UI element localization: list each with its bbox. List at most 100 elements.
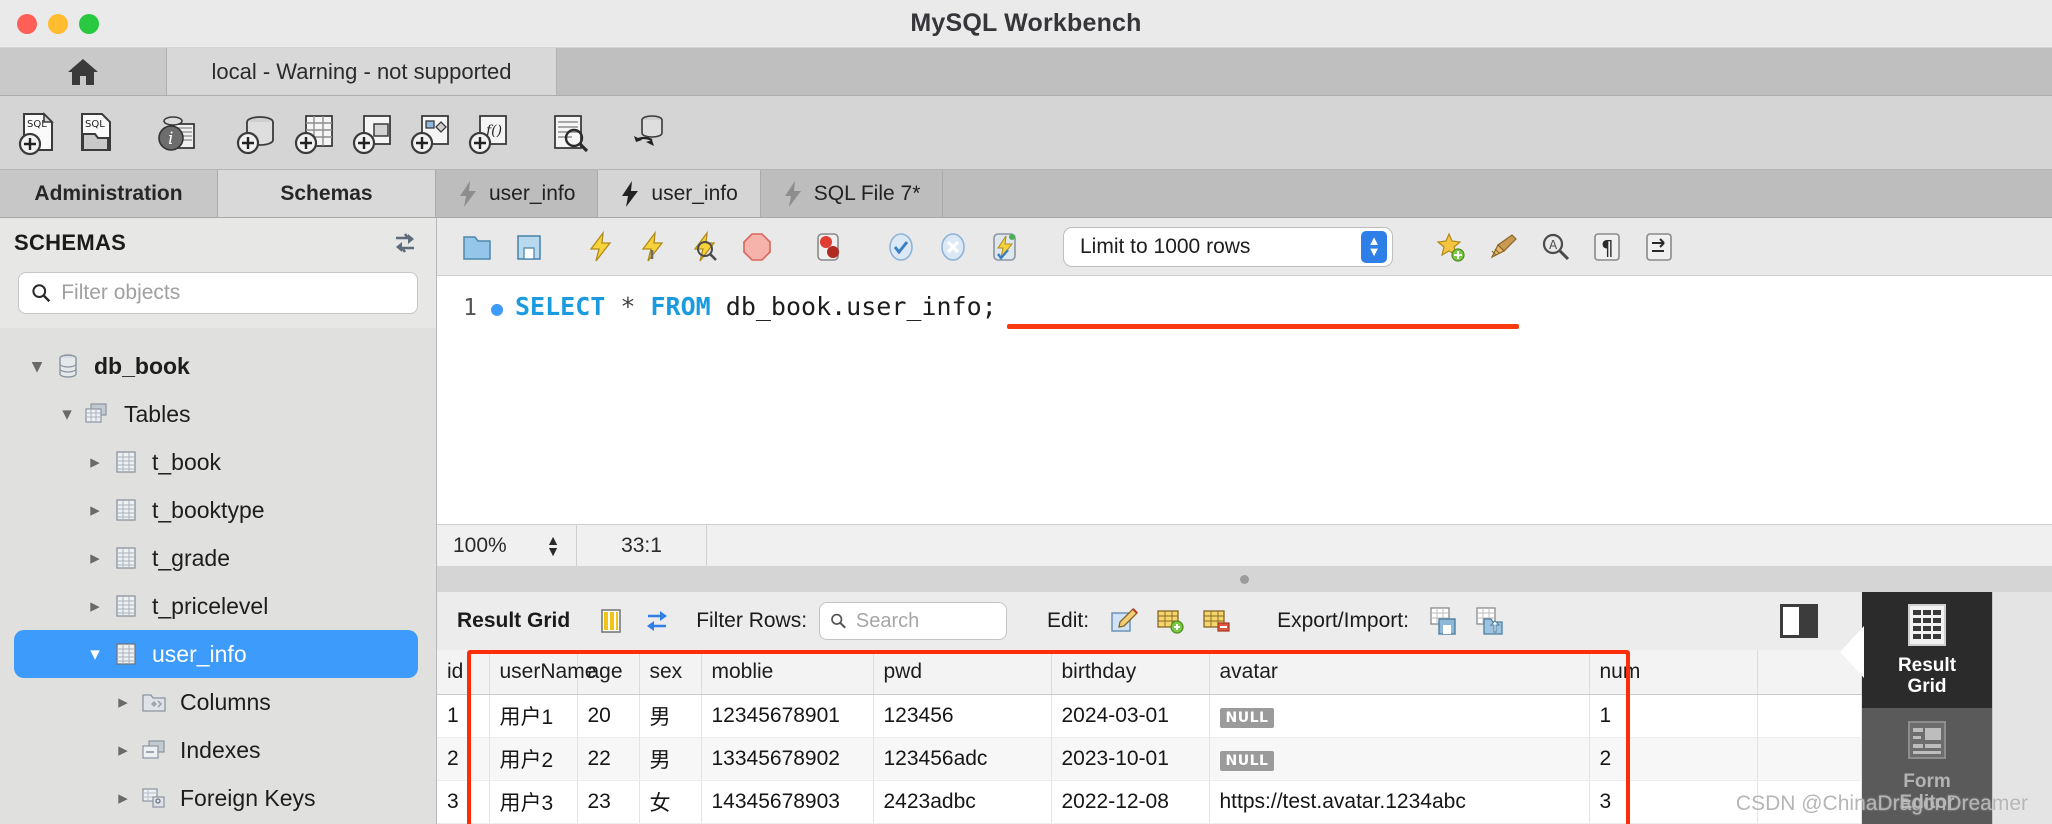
chevron-down-icon[interactable]: ▾ xyxy=(52,403,82,426)
create-schema-icon[interactable] xyxy=(228,104,286,162)
filter-objects-box[interactable] xyxy=(18,272,418,314)
toggle-stop-icon[interactable] xyxy=(803,224,855,270)
import-recordset-icon[interactable] xyxy=(1467,600,1513,642)
tree-item-user-info[interactable]: ▾ user_info xyxy=(14,630,418,678)
connection-info-icon[interactable]: i xyxy=(148,104,206,162)
table-row[interactable]: 2 用户2 22 男 13345678902 123456adc 2023-10… xyxy=(437,737,1862,781)
explain-icon[interactable] xyxy=(679,224,731,270)
column-header-username[interactable]: userName xyxy=(489,650,596,695)
chevron-down-icon[interactable]: ▾ xyxy=(22,355,52,378)
tab-administration[interactable]: Administration xyxy=(0,170,218,217)
tree-item-columns[interactable]: ▸ Columns xyxy=(0,678,436,726)
execute-current-icon[interactable] xyxy=(627,224,679,270)
rollback-icon[interactable] xyxy=(927,224,979,270)
row-limit-select[interactable]: Limit to 1000 rows ▲ ▼ xyxy=(1063,226,1393,267)
export-recordset-icon[interactable] xyxy=(1421,600,1467,642)
view-tab-form-editor[interactable]: Form Editor xyxy=(1862,708,1992,824)
cell-sex[interactable]: 女 xyxy=(639,780,702,824)
zoom-control[interactable]: 100% ▲ ▼ xyxy=(437,525,577,566)
tree-item-db-book[interactable]: ▾ db_book xyxy=(0,342,436,390)
cell-username[interactable]: 用户2 xyxy=(489,737,578,781)
result-search-box[interactable] xyxy=(819,602,1008,640)
tree-item-t-booktype[interactable]: ▸ t_booktype xyxy=(0,486,436,534)
cell-pwd[interactable]: 2423adbc xyxy=(873,780,1052,824)
refresh-arrows-icon[interactable] xyxy=(634,600,680,642)
invisible-chars-icon[interactable]: ¶ xyxy=(1581,224,1633,270)
tree-item-foreign-keys[interactable]: ▸ Foreign Keys xyxy=(0,774,436,822)
cell-sex[interactable]: 男 xyxy=(639,694,702,738)
column-header-moblie[interactable]: moblie xyxy=(701,650,874,695)
cell-age[interactable]: 22 xyxy=(577,737,640,781)
snippets-star-icon[interactable] xyxy=(1425,224,1477,270)
new-sql-tab-icon[interactable]: SQL xyxy=(10,104,68,162)
refresh-icon[interactable] xyxy=(392,230,418,256)
reconnect-icon[interactable] xyxy=(620,104,678,162)
column-header-id[interactable]: id xyxy=(437,650,490,695)
connection-tab[interactable]: local - Warning - not supported xyxy=(167,48,557,95)
filter-objects-input[interactable] xyxy=(61,281,405,305)
tree-item-t-pricelevel[interactable]: ▸ t_pricelevel xyxy=(0,582,436,630)
chevron-down-icon[interactable]: ▾ xyxy=(80,643,110,666)
column-header-num[interactable]: num xyxy=(1589,650,1758,695)
home-tab[interactable] xyxy=(0,48,167,95)
column-header-avatar[interactable]: avatar xyxy=(1209,650,1590,695)
tree-item-t-grade[interactable]: ▸ t_grade xyxy=(0,534,436,582)
view-tab-result-grid[interactable]: Result Grid xyxy=(1862,592,1992,708)
table-row[interactable]: 3 用户3 23 女 14345678903 2423adbc 2022-12-… xyxy=(437,780,1862,824)
create-view-icon[interactable] xyxy=(344,104,402,162)
cell-id[interactable]: 2 xyxy=(437,737,490,781)
cell-pwd[interactable]: 123456 xyxy=(873,694,1052,738)
sql-statement[interactable]: SELECT * FROM db_book.user_info; xyxy=(515,292,997,321)
cell-moblie[interactable]: 12345678901 xyxy=(701,694,874,738)
cell-moblie[interactable]: 14345678903 xyxy=(701,780,874,824)
chevron-right-icon[interactable]: ▸ xyxy=(108,787,138,810)
splitter-handle[interactable] xyxy=(437,566,2052,592)
editor-tab-user-info-2[interactable]: user_info xyxy=(598,170,761,217)
find-icon[interactable]: A xyxy=(1529,224,1581,270)
sql-code-area[interactable]: 1 ● SELECT * FROM db_book.user_info; xyxy=(437,276,2052,524)
chevron-right-icon[interactable]: ▸ xyxy=(108,691,138,714)
cell-username[interactable]: 用户1 xyxy=(489,694,578,738)
cell-username[interactable]: 用户3 xyxy=(489,780,578,824)
zoom-stepper-icon[interactable]: ▲ ▼ xyxy=(546,533,560,557)
cell-age[interactable]: 20 xyxy=(577,694,640,738)
edit-row-icon[interactable] xyxy=(1101,600,1147,642)
cell-avatar[interactable]: NULL xyxy=(1209,694,1590,738)
tree-item-tables[interactable]: ▾ Tables xyxy=(0,390,436,438)
create-function-icon[interactable]: f() xyxy=(460,104,518,162)
editor-tab-user-info-1[interactable]: user_info xyxy=(436,170,599,217)
column-header-birthday[interactable]: birthday xyxy=(1051,650,1210,695)
table-row[interactable]: 1 用户1 20 男 12345678901 123456 2024-03-01… xyxy=(437,694,1862,738)
cell-sex[interactable]: 男 xyxy=(639,737,702,781)
cell-num[interactable]: 3 xyxy=(1589,780,1758,824)
code-line-1[interactable]: 1 ● SELECT * FROM db_book.user_info; xyxy=(437,292,2052,321)
row-limit-stepper[interactable]: ▲ ▼ xyxy=(1361,230,1387,263)
cell-moblie[interactable]: 13345678902 xyxy=(701,737,874,781)
chevron-right-icon[interactable]: ▸ xyxy=(80,499,110,522)
editor-tab-sql-file-7[interactable]: SQL File 7* xyxy=(760,170,944,217)
create-table-icon[interactable] xyxy=(286,104,344,162)
chevron-right-icon[interactable]: ▸ xyxy=(80,451,110,474)
tree-item-t-book[interactable]: ▸ t_book xyxy=(0,438,436,486)
cell-birthday[interactable]: 2024-03-01 xyxy=(1051,694,1210,738)
stepper-down-arrow[interactable]: ▼ xyxy=(1368,244,1381,258)
tab-schemas[interactable]: Schemas xyxy=(218,170,436,217)
column-header-sex[interactable]: sex xyxy=(639,650,702,695)
create-procedure-icon[interactable] xyxy=(402,104,460,162)
result-search-input[interactable] xyxy=(855,609,997,633)
beautify-icon[interactable] xyxy=(1477,224,1529,270)
column-header-pwd[interactable]: pwd xyxy=(873,650,1052,695)
chevron-right-icon[interactable]: ▸ xyxy=(108,739,138,762)
grid-columns-icon[interactable] xyxy=(588,600,634,642)
word-wrap-icon[interactable] xyxy=(1633,224,1685,270)
open-sql-script-icon[interactable]: SQL xyxy=(68,104,126,162)
cell-pwd[interactable]: 123456adc xyxy=(873,737,1052,781)
chevron-right-icon[interactable]: ▸ xyxy=(80,547,110,570)
chevron-right-icon[interactable]: ▸ xyxy=(80,595,110,618)
autocommit-icon[interactable] xyxy=(979,224,1031,270)
open-script-icon[interactable] xyxy=(451,224,503,270)
cell-num[interactable]: 2 xyxy=(1589,737,1758,781)
cell-avatar[interactable]: NULL xyxy=(1209,737,1590,781)
cell-avatar[interactable]: https://test.avatar.1234abc xyxy=(1209,780,1590,824)
cell-num[interactable]: 1 xyxy=(1589,694,1758,738)
